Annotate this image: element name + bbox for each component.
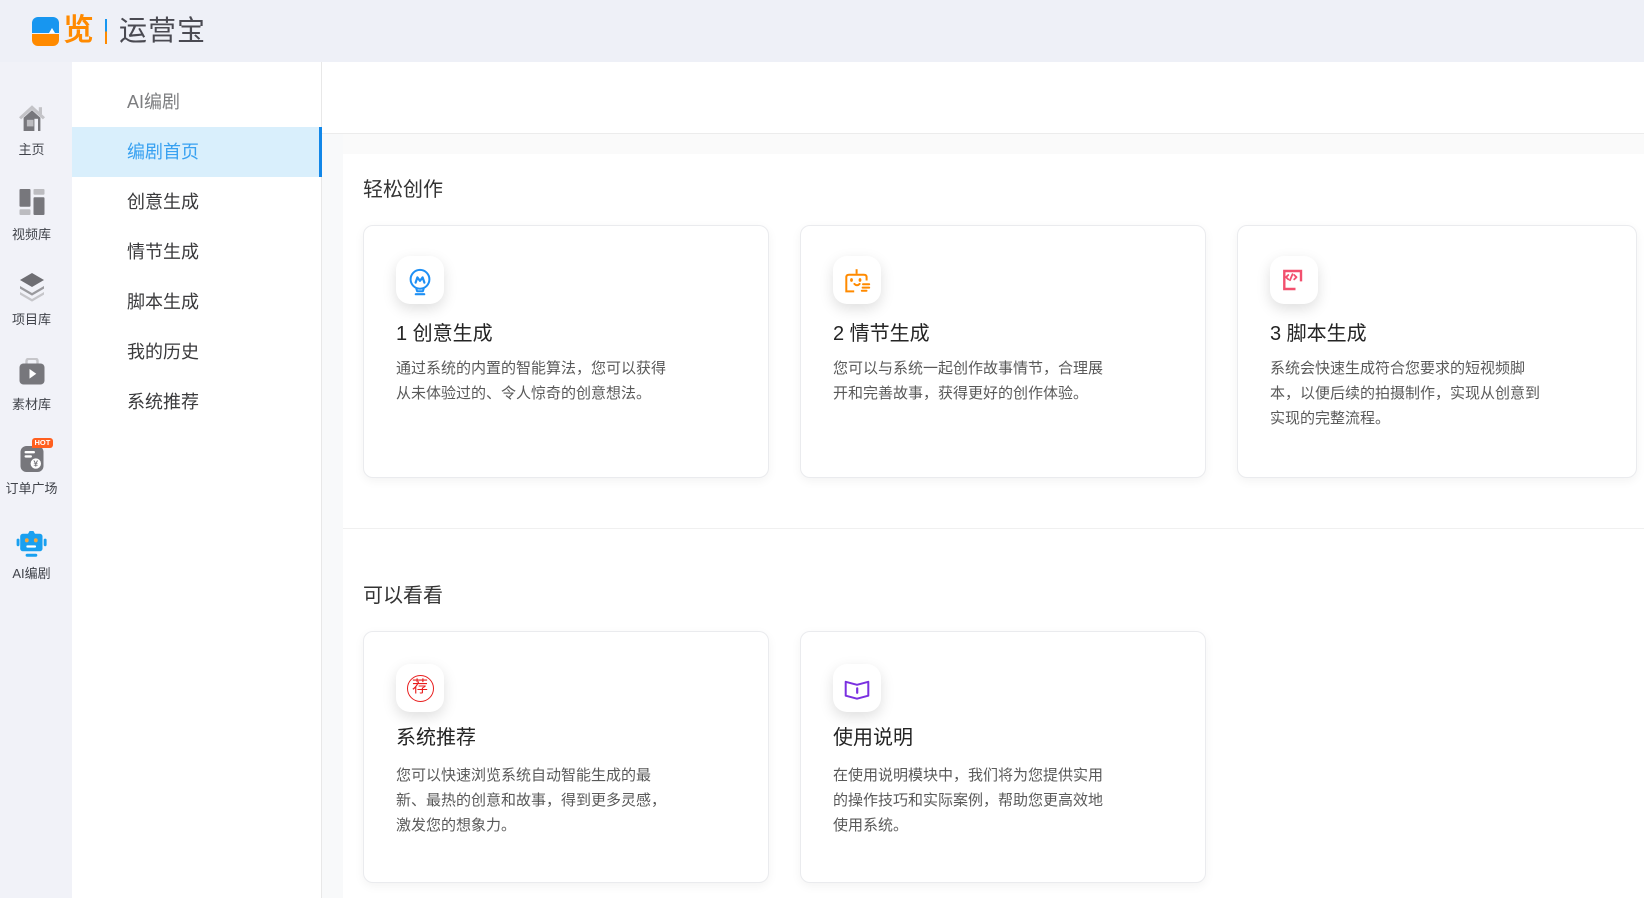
svg-text:¥: ¥ (33, 459, 38, 469)
